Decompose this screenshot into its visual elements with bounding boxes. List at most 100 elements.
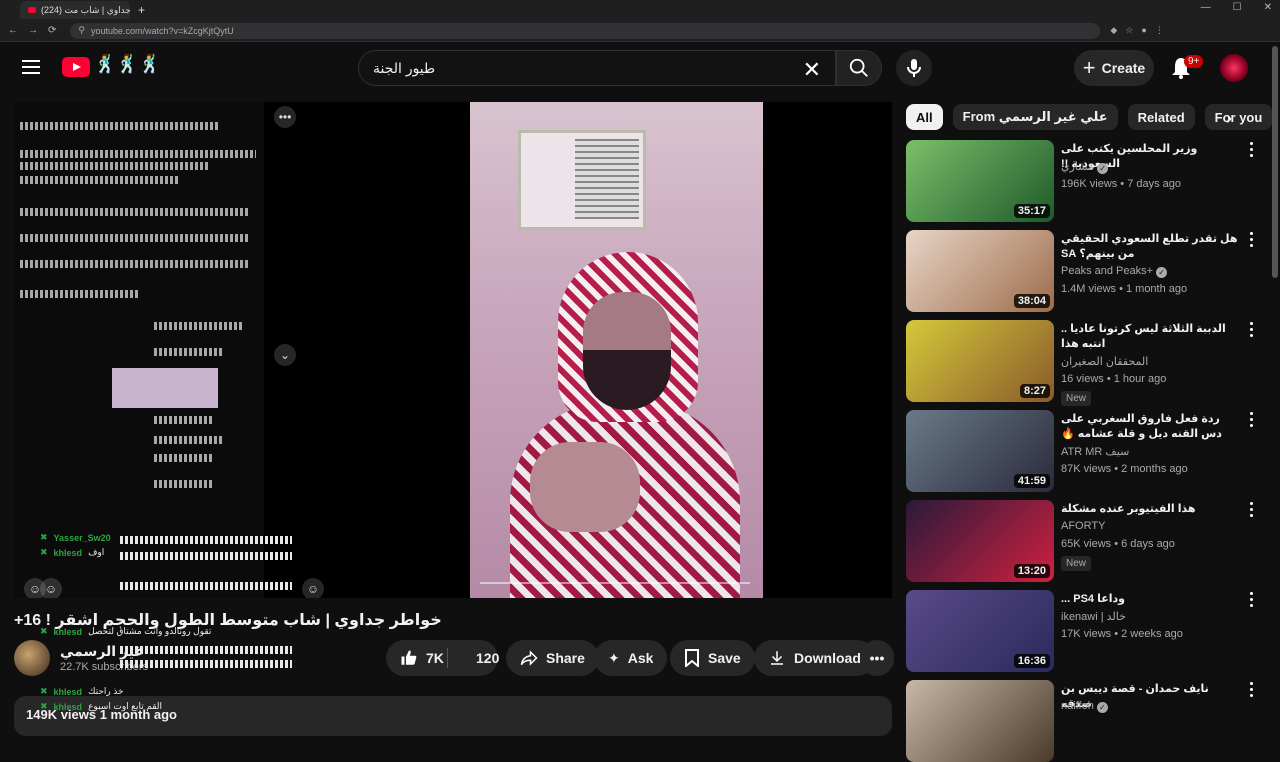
- more-vertical-icon[interactable]: [1246, 322, 1256, 340]
- inner-progress-bar: [480, 582, 750, 584]
- recommendation-meta: 196K views • 7 days ago: [1061, 178, 1182, 190]
- close-window-icon[interactable]: ✕: [1264, 2, 1272, 13]
- chat-username: Yasser_Sw20: [53, 532, 111, 543]
- video-thumbnail[interactable]: 41:59: [906, 410, 1054, 492]
- bookmark-icon: [685, 649, 699, 667]
- search-box[interactable]: طيور الجنة ✕: [358, 50, 836, 86]
- video-thumbnail[interactable]: 35:17: [906, 140, 1054, 222]
- reload-icon[interactable]: ⟳: [48, 25, 56, 36]
- recommendation-title[interactable]: ردة فعل فاروق السغربي على دس القنه ديل و…: [1061, 412, 1239, 442]
- recommendation-channel[interactable]: Peaks and Peaks+ ✓: [1061, 265, 1168, 278]
- recommendation-channel[interactable]: naiffoh ✓: [1061, 700, 1108, 713]
- chip-for-you[interactable]: For you: [1204, 104, 1273, 130]
- more-vertical-icon[interactable]: [1246, 232, 1256, 250]
- video-frame: [470, 102, 763, 598]
- recommendation-card[interactable]: 13:20 هذا الفيتيوبر عنده مشكلة AFORTY 65K …: [906, 500, 1266, 582]
- minimize-icon[interactable]: —: [1201, 2, 1211, 13]
- recommendation-channel[interactable]: ikenawi | خالد: [1061, 610, 1126, 623]
- duration-badge: 35:17: [1013, 204, 1050, 218]
- chat-overlay: ✖ khlesd خذ راحتك ✖ khlesd القم تابع اوت…: [40, 684, 310, 714]
- new-badge: New: [1061, 391, 1092, 406]
- forward-icon[interactable]: →: [28, 25, 38, 36]
- save-button[interactable]: Save: [670, 640, 755, 676]
- new-tab-icon[interactable]: +: [138, 3, 145, 17]
- chat-text: تقول رونالدو وانت مشتاق لتحصل: [88, 626, 212, 636]
- more-vertical-icon[interactable]: [1246, 502, 1256, 520]
- maximize-icon[interactable]: ☐: [1233, 2, 1242, 13]
- account-avatar[interactable]: [1220, 54, 1248, 82]
- more-vertical-icon[interactable]: [1246, 682, 1256, 700]
- doodle-figures-icon[interactable]: 🕺🕺🕺: [94, 54, 161, 75]
- browser-tab[interactable]: (224) خواطر جداوي | شاب مت... ✕: [20, 1, 130, 19]
- recommendation-channel[interactable]: المحققان الصغيران: [1061, 355, 1148, 368]
- chat-username: khlesd: [53, 686, 83, 697]
- recommendation-card[interactable]: 41:59 ردة فعل فاروق السغربي على دس القنه …: [906, 410, 1266, 492]
- recommendation-card[interactable]: 16:36 وداعا PS4 ... ikenawi | خالد 17K vie…: [906, 590, 1266, 672]
- create-label: Create: [1101, 60, 1146, 76]
- clear-search-icon[interactable]: ✕: [803, 57, 821, 83]
- chevron-right-icon[interactable]: ›: [1226, 108, 1232, 129]
- more-vertical-icon[interactable]: [1246, 142, 1256, 160]
- new-badge: New: [1061, 556, 1092, 571]
- recommendation-title[interactable]: هذا الفيتيوبر عنده مشكلة: [1061, 502, 1239, 517]
- video-thumbnail[interactable]: 16:36: [906, 590, 1054, 672]
- profile-icon[interactable]: ●: [1141, 25, 1146, 36]
- share-button[interactable]: Share: [506, 640, 599, 676]
- recommendation-channel[interactable]: ATR MR سيف: [1061, 445, 1129, 458]
- recommendation-title[interactable]: وداعا PS4 ...: [1061, 592, 1239, 607]
- scrollbar[interactable]: [1272, 46, 1278, 278]
- recommendation-card[interactable]: 8:27 الدببة الثلاثة ليس كرتونا عاديا .. ا…: [906, 320, 1266, 406]
- microphone-icon: [907, 59, 921, 77]
- verified-check-icon: ✓: [1097, 163, 1109, 174]
- dislike-button[interactable]: 120: [462, 640, 500, 676]
- recommendation-title[interactable]: الدببة الثلاثة ليس كرتونا عاديا .. انتبه…: [1061, 322, 1239, 352]
- more-actions-button[interactable]: •••: [860, 640, 894, 676]
- more-vertical-icon[interactable]: [1246, 592, 1256, 610]
- video-thumbnail[interactable]: 13:20: [906, 500, 1054, 582]
- search-button[interactable]: [836, 50, 882, 86]
- more-options-icon[interactable]: •••: [274, 106, 296, 128]
- recommendation-title[interactable]: هل تقدر تطلع السعودي الحقيقي من بينهم؟ S…: [1061, 232, 1239, 262]
- browser-menu-icon[interactable]: ⋮: [1155, 25, 1164, 36]
- duration-badge: 8:27: [1019, 384, 1050, 398]
- recommendation-channel[interactable]: مشاري ✓: [1061, 160, 1109, 174]
- back-icon[interactable]: ←: [8, 25, 18, 36]
- url-text[interactable]: youtube.com/watch?v=kZcgKjtQytU: [91, 26, 234, 36]
- duration-badge: 38:04: [1013, 294, 1050, 308]
- video-thumbnail[interactable]: 38:04: [906, 230, 1054, 312]
- site-info-icon[interactable]: ⚲: [78, 25, 85, 36]
- ask-label: Ask: [627, 650, 654, 666]
- recommendation-card[interactable]: نايف حمدان - قصة ديبس بن صدقه naiffoh ✓: [906, 680, 1266, 762]
- voice-search-button[interactable]: [896, 50, 932, 86]
- chat-message: ✖ khlesd تقول رونالدو وانت مشتاق لتحصل: [40, 626, 212, 637]
- like-button[interactable]: 7K: [386, 640, 460, 676]
- recommendation-channel[interactable]: AFORTY: [1061, 520, 1105, 532]
- emoji-icon: ☺: [302, 578, 324, 598]
- browser-tab-bar: (224) خواطر جداوي | شاب مت... ✕ + — ☐ ✕: [0, 0, 1280, 20]
- chat-username: khlesd: [53, 701, 83, 712]
- channel-avatar[interactable]: [14, 640, 50, 676]
- download-button[interactable]: Download: [754, 640, 875, 676]
- chat-text: اوف: [88, 547, 105, 557]
- chip-related[interactable]: Related: [1127, 104, 1195, 130]
- search-input[interactable]: طيور الجنة: [373, 60, 435, 77]
- video-player[interactable]: ••• ⌄ ☺ ☺ ☺: [14, 102, 892, 598]
- chat-overlay: ✖ khlesd تقول رونالدو وانت مشتاق لتحصل: [40, 624, 310, 639]
- video-thumbnail[interactable]: 8:27: [906, 320, 1054, 402]
- recommendation-card[interactable]: 38:04 هل تقدر تطلع السعودي الحقيقي من بين…: [906, 230, 1266, 312]
- download-icon: [771, 651, 783, 665]
- hamburger-menu-icon[interactable]: [22, 60, 40, 74]
- omnibox[interactable]: ⚲ youtube.com/watch?v=kZcgKjtQytU: [70, 22, 1101, 39]
- chip-from-channel[interactable]: From علي غير الرسمي: [952, 104, 1118, 130]
- emoji-icon: ☺: [40, 578, 62, 598]
- bookmark-star-icon[interactable]: ☆: [1125, 25, 1133, 36]
- recommendation-card[interactable]: 35:17 وزير المحلسين يكتب على السعودية !! م…: [906, 140, 1266, 222]
- video-thumbnail[interactable]: [906, 680, 1054, 762]
- chip-all[interactable]: All: [906, 104, 943, 130]
- extension-icon[interactable]: ◆: [1110, 25, 1117, 36]
- chevron-down-icon[interactable]: ⌄: [274, 344, 296, 366]
- create-button[interactable]: + Create: [1074, 50, 1154, 86]
- ask-button[interactable]: ✦ Ask: [594, 640, 668, 676]
- youtube-logo-icon[interactable]: [62, 57, 90, 77]
- more-vertical-icon[interactable]: [1246, 412, 1256, 430]
